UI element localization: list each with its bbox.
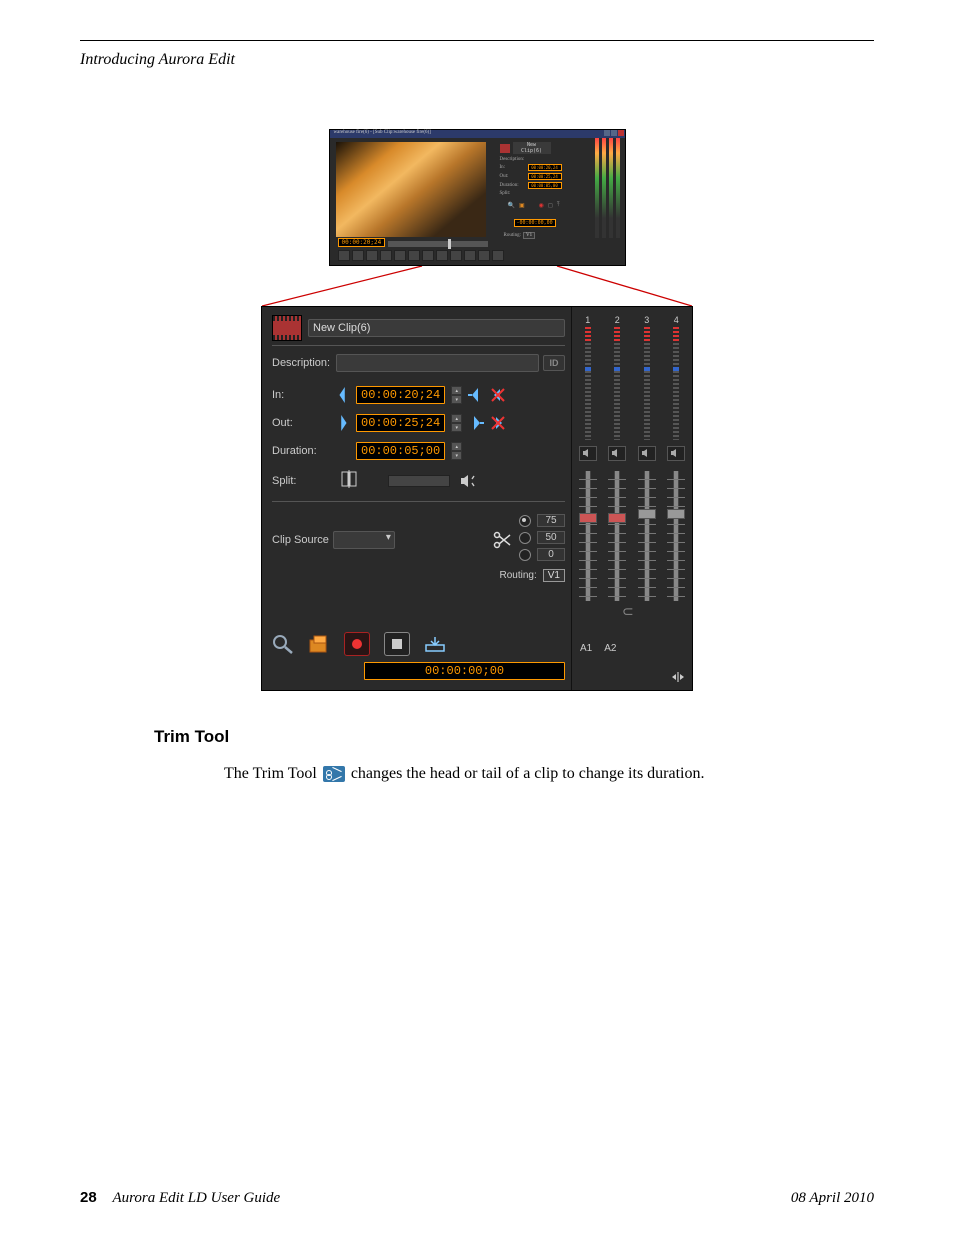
goto-mark-out-icon[interactable] <box>468 415 484 431</box>
clip-source-select[interactable] <box>333 531 395 549</box>
page-footer: 28 Aurora Edit LD User Guide 08 April 20… <box>80 1189 874 1207</box>
link-icon[interactable]: ⊂ <box>622 603 634 620</box>
mark-in-icon[interactable] <box>336 386 350 404</box>
meter-label-2: 2 <box>615 315 620 325</box>
window-title: warehouse fire(6) - [Sub Clip:warehouse … <box>330 130 625 138</box>
in-label: In: <box>272 389 330 401</box>
in-spinner[interactable]: ▴▾ <box>451 386 462 404</box>
bottom-timecode: 00:00:00;00 <box>364 662 565 680</box>
book-title: Aurora Edit LD User Guide <box>112 1190 280 1206</box>
out-label-sm: Out: <box>500 174 528 179</box>
figure: warehouse fire(6) - [Sub Clip:warehouse … <box>80 129 874 691</box>
clip-name-small: New Clip(6) <box>513 142 551 154</box>
out-timecode[interactable]: 00:00:25;24 <box>356 414 445 432</box>
scissors-icon[interactable] <box>493 531 511 549</box>
description-input[interactable] <box>336 354 539 372</box>
speed-value-75: 75 <box>537 514 565 527</box>
meter-label-1: 1 <box>585 315 590 325</box>
desc-label-small: Description: <box>500 157 528 162</box>
fader-4[interactable] <box>673 471 679 601</box>
channel-label-a1: A1 <box>580 643 592 654</box>
video-thumbnail <box>336 142 486 237</box>
small-meters <box>595 138 623 258</box>
fader-2[interactable] <box>614 471 620 601</box>
in-value-sm: 00:00:20,24 <box>528 164 562 171</box>
section-heading: Trim Tool <box>154 727 874 747</box>
mark-out-icon[interactable] <box>336 414 350 432</box>
page-number: 28 <box>80 1189 97 1206</box>
expand-icon[interactable] <box>670 670 686 684</box>
speaker-icon[interactable] <box>460 474 476 488</box>
fader-1[interactable] <box>585 471 591 601</box>
body-paragraph: The Trim Tool changes the head or tail o… <box>224 763 834 785</box>
speed-radio-75[interactable] <box>519 515 531 527</box>
out-spinner[interactable]: ▴▾ <box>451 414 462 432</box>
meter-label-3: 3 <box>644 315 649 325</box>
duration-label: Duration: <box>272 445 330 457</box>
dur-label-sm: Duration: <box>500 183 528 188</box>
scrub-bar <box>388 241 488 247</box>
trim-tool-icon <box>323 766 345 782</box>
separator <box>272 501 565 502</box>
clear-mark-out-icon[interactable] <box>490 415 506 431</box>
goto-mark-in-icon[interactable] <box>468 387 484 403</box>
timecode-display: 00:00:20;24 <box>338 238 386 247</box>
speed-radio-50[interactable] <box>519 532 531 544</box>
mute-button-1[interactable] <box>579 446 597 461</box>
load-clip-icon[interactable] <box>424 634 446 654</box>
routing-label-sm: Routing: <box>504 233 522 238</box>
clear-mark-in-icon[interactable] <box>490 387 506 403</box>
in-timecode[interactable]: 00:00:20;24 <box>356 386 445 404</box>
split-label-sm: Split: <box>500 191 528 196</box>
transport-controls <box>338 250 504 261</box>
minimize-icon <box>604 130 610 136</box>
bin-icon[interactable] <box>308 634 330 654</box>
detail-panel-screenshot: New Clip(6) Description: ID In: 00:00:20… <box>261 306 693 691</box>
small-window-screenshot: warehouse fire(6) - [Sub Clip:warehouse … <box>329 129 626 266</box>
record-button[interactable] <box>344 632 370 656</box>
clip-icon <box>272 315 302 341</box>
id-icon[interactable]: ID <box>543 355 565 371</box>
mute-button-2[interactable] <box>608 446 626 461</box>
small-bottom-tc: -00:00:00,00 <box>514 219 556 227</box>
mute-button-4[interactable] <box>667 446 685 461</box>
description-label: Description: <box>272 357 336 369</box>
fader-3[interactable] <box>644 471 650 601</box>
body-text-before: The Trim Tool <box>224 765 321 782</box>
duration-spinner[interactable]: ▴▾ <box>451 442 462 460</box>
audio-meters: 1 2 3 4 <box>578 315 686 461</box>
speed-value-50: 50 <box>537 531 565 544</box>
routing-select[interactable]: V1 <box>543 569 565 582</box>
duration-timecode[interactable]: 00:00:05;00 <box>356 442 445 460</box>
clip-source-label: Clip Source <box>272 534 329 546</box>
chapter-title: Introducing Aurora Edit <box>80 51 874 69</box>
split-icon[interactable] <box>340 470 358 491</box>
maximize-icon <box>611 130 617 136</box>
dur-value-sm: 00:00:05,00 <box>528 182 562 189</box>
routing-value-sm: V1 <box>523 232 535 239</box>
out-value-sm: 00:00:25,24 <box>528 173 562 180</box>
close-icon <box>618 130 624 136</box>
channel-label-a2: A2 <box>604 643 616 654</box>
speed-value-0: 0 <box>537 548 565 561</box>
split-label: Split: <box>272 475 330 487</box>
in-label-sm: In: <box>500 165 528 170</box>
stop-button[interactable] <box>384 632 410 656</box>
speed-radio-0[interactable] <box>519 549 531 561</box>
split-slider[interactable] <box>388 475 450 487</box>
mute-button-3[interactable] <box>638 446 656 461</box>
zoom-icon[interactable] <box>272 634 294 654</box>
meter-label-4: 4 <box>674 315 679 325</box>
zoom-callout <box>262 266 692 306</box>
footer-date: 08 April 2010 <box>791 1190 874 1207</box>
routing-label: Routing: <box>500 570 537 581</box>
out-label: Out: <box>272 417 330 429</box>
clip-name-input[interactable]: New Clip(6) <box>308 319 565 337</box>
body-text-after: changes the head or tail of a clip to ch… <box>347 765 705 782</box>
